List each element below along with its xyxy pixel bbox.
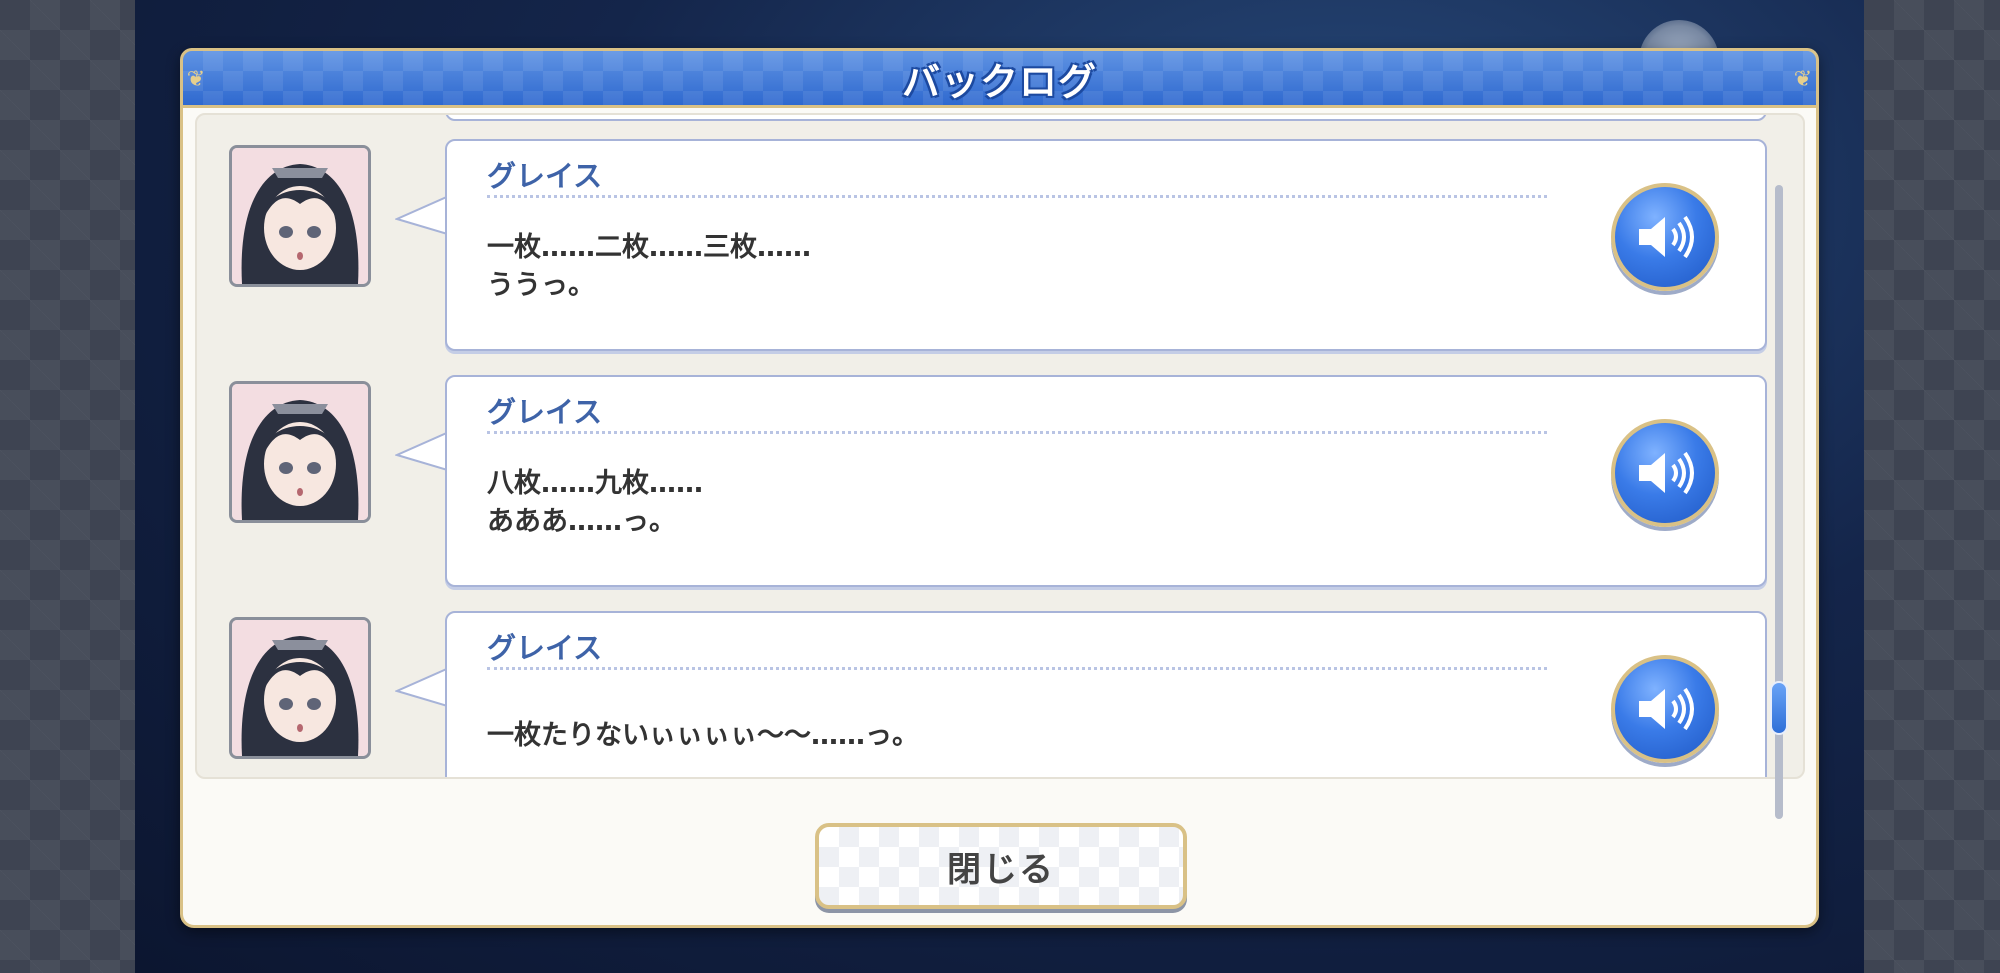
ornament-left-icon: ❦ [186, 67, 206, 92]
character-avatar [229, 381, 371, 523]
message-line-2: ううっ。 [487, 270, 595, 301]
dialog-title: バックログ [901, 59, 1097, 104]
speech-bubble-tail [395, 194, 451, 236]
close-button-label: 閉じる [947, 849, 1055, 890]
message-line-2: あああ……っ。 [487, 506, 676, 537]
voice-replay-button[interactable] [1611, 655, 1719, 763]
message-line-1: 八枚……九枚…… [487, 468, 703, 499]
character-portrait-icon [232, 384, 368, 520]
speaker-name: グレイス [487, 631, 603, 665]
message-bubble: グレイス 八枚……九枚…… あああ……っ。 [445, 375, 1767, 587]
speech-bubble-tail [395, 666, 451, 708]
right-pattern-border [1864, 0, 2000, 973]
close-button[interactable]: 閉じる [815, 823, 1187, 909]
message-line-1: 一枚たりないぃぃぃぃ〜〜……っ。 [487, 720, 919, 751]
character-avatar [229, 145, 371, 287]
character-portrait-icon [232, 620, 368, 756]
name-divider [487, 431, 1547, 434]
message-line-1: 一枚……二枚……三枚…… [487, 232, 811, 263]
message-bubble: グレイス 一枚……二枚……三枚…… ううっ。 [445, 139, 1767, 351]
ornament-right-icon: ❦ [1793, 67, 1813, 92]
voice-replay-button[interactable] [1611, 419, 1719, 527]
character-portrait-icon [232, 148, 368, 284]
backlog-entry: グレイス 八枚……九枚…… あああ……っ。 [197, 351, 1777, 587]
left-pattern-border [0, 0, 135, 973]
backlog-entry: グレイス 一枚たりないぃぃぃぃ〜〜……っ。 [197, 587, 1777, 777]
character-avatar [229, 617, 371, 759]
speaker-icon [1639, 451, 1694, 495]
speaker-name: グレイス [487, 395, 603, 429]
message-bubble: グレイス 一枚たりないぃぃぃぃ〜〜……っ。 [445, 611, 1767, 777]
dialog-title-bar: ❦ バックログ ❦ [180, 48, 1819, 108]
speaker-icon [1639, 687, 1694, 731]
speech-bubble-tail [395, 430, 451, 472]
name-divider [487, 667, 1547, 670]
backlog-list[interactable]: グレイス 一枚……二枚……三枚…… ううっ。 グレイス 八枚……九枚…… あああ… [195, 113, 1805, 779]
scrollbar-thumb[interactable] [1770, 681, 1788, 735]
backlog-entry: グレイス 一枚……二枚……三枚…… ううっ。 [197, 115, 1777, 351]
speaker-name: グレイス [487, 159, 603, 193]
voice-replay-button[interactable] [1611, 183, 1719, 291]
name-divider [487, 195, 1547, 198]
backlog-dialog: ❦ バックログ ❦ グレイス 一枚……二枚……三枚…… ううっ。 グレイス 八枚… [180, 48, 1819, 928]
speaker-icon [1639, 215, 1694, 259]
